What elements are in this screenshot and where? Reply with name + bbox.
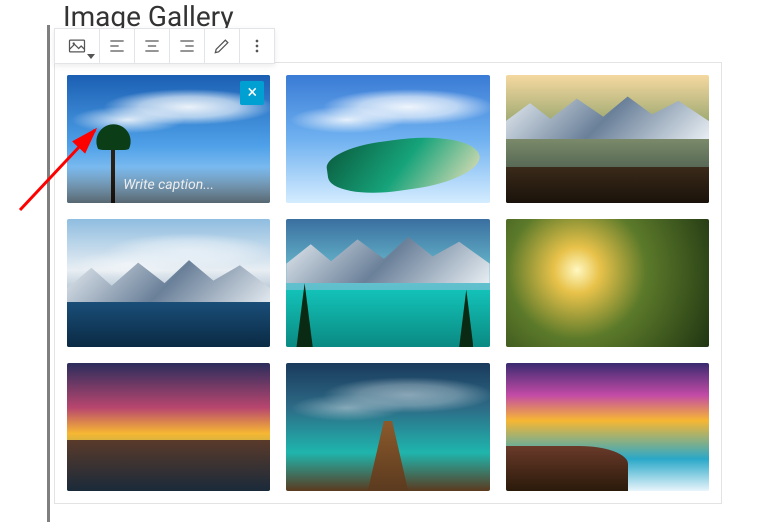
more-options-button[interactable]	[240, 29, 274, 63]
block-toolbar	[54, 28, 275, 64]
gallery-item[interactable]	[506, 219, 709, 347]
remove-image-button[interactable]: ×	[240, 81, 264, 105]
align-left-button[interactable]	[100, 29, 135, 63]
gallery-item[interactable]	[286, 219, 489, 347]
edit-button[interactable]	[205, 29, 240, 63]
gallery-item[interactable]	[506, 75, 709, 203]
align-right-button[interactable]	[170, 29, 205, 63]
chevron-down-icon	[87, 54, 95, 59]
close-icon: ×	[248, 84, 258, 102]
gallery-item[interactable]	[506, 363, 709, 491]
gallery-grid: × Write caption...	[67, 75, 709, 491]
block-type-switcher[interactable]	[55, 29, 100, 63]
caption-placeholder: Write caption...	[123, 177, 214, 193]
gallery-block[interactable]: × Write caption...	[54, 62, 722, 504]
gallery-item[interactable]	[286, 363, 489, 491]
annotation-arrow	[20, 110, 130, 224]
gallery-item[interactable]	[286, 75, 489, 203]
gallery-item[interactable]	[67, 363, 270, 491]
gallery-item[interactable]	[67, 219, 270, 347]
align-center-button[interactable]	[135, 29, 170, 63]
